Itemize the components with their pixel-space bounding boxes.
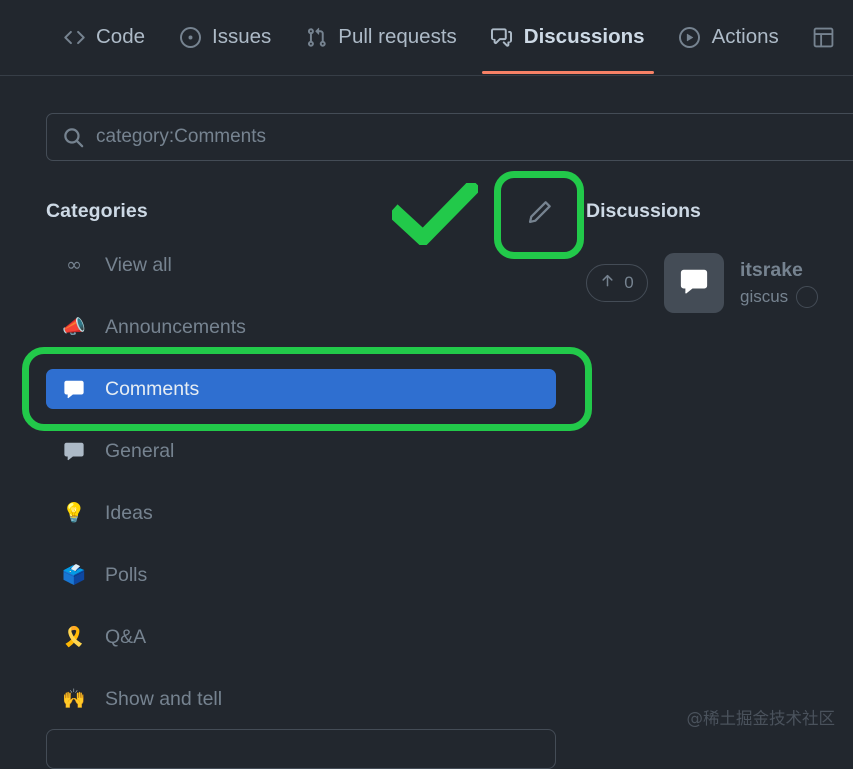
infinity-icon: ∞ bbox=[66, 253, 82, 276]
sidebar-item-label: Show and tell bbox=[105, 687, 223, 710]
ballot-box-icon: 🗳️ bbox=[62, 563, 86, 586]
ribbon-icon: 🎗️ bbox=[62, 625, 86, 648]
issue-opened-icon bbox=[179, 26, 201, 48]
discussion-meta: itsrake giscus bbox=[740, 259, 819, 308]
pencil-icon bbox=[525, 199, 553, 232]
tab-actions[interactable]: Actions bbox=[662, 0, 796, 74]
sidebar-item-announcements[interactable]: 📣 Announcements bbox=[46, 307, 556, 347]
categories-sidebar: Categories ∞ View all 📣 Announcements Co… bbox=[22, 200, 592, 741]
page-title: Discussions bbox=[586, 200, 701, 222]
tab-label: Discussions bbox=[523, 25, 645, 48]
tab-issues[interactable]: Issues bbox=[162, 0, 288, 74]
discussion-avatar bbox=[664, 253, 724, 313]
category-list: ∞ View all 📣 Announcements Comments Gene… bbox=[22, 245, 592, 719]
search-input-value: category:Comments bbox=[96, 126, 267, 147]
sidebar-item-label: Q&A bbox=[105, 625, 147, 648]
sidebar-item-qanda[interactable]: 🎗️ Q&A bbox=[46, 617, 556, 657]
repo-nav-bar: Code Issues Pull requests Discussions Ac… bbox=[0, 0, 853, 76]
comment-discussion-icon bbox=[491, 26, 513, 48]
comment-icon bbox=[62, 440, 86, 462]
sidebar-item-label: View all bbox=[105, 253, 172, 276]
search-input[interactable]: category:Comments bbox=[46, 113, 853, 161]
tab-label: Actions bbox=[711, 25, 779, 48]
sidebar-item-ideas[interactable]: 💡 Ideas bbox=[46, 493, 556, 533]
sidebar-item-label: Announcements bbox=[105, 315, 246, 338]
arrow-up-icon bbox=[600, 273, 615, 293]
projects-table-icon bbox=[813, 26, 835, 48]
tab-projects[interactable] bbox=[796, 0, 853, 74]
comment-bubble-icon bbox=[679, 266, 709, 301]
sidebar-item-general[interactable]: General bbox=[46, 431, 556, 471]
tab-discussions[interactable]: Discussions bbox=[474, 0, 662, 74]
lightbulb-icon: 💡 bbox=[62, 501, 86, 524]
megaphone-icon: 📣 bbox=[62, 315, 86, 338]
upvote-count: 0 bbox=[624, 273, 634, 292]
sidebar-bottom-panel[interactable] bbox=[46, 729, 556, 769]
tab-label: Pull requests bbox=[338, 25, 457, 48]
sidebar-item-show-and-tell[interactable]: 🙌 Show and tell bbox=[46, 679, 556, 719]
sidebar-item-label: Polls bbox=[105, 563, 148, 586]
sidebar-item-polls[interactable]: 🗳️ Polls bbox=[46, 555, 556, 595]
categories-heading: Categories bbox=[46, 200, 148, 222]
discussions-search: category:Comments bbox=[46, 113, 853, 161]
sidebar-item-label: Comments bbox=[105, 377, 200, 400]
raised-hands-icon: 🙌 bbox=[62, 687, 86, 710]
comment-icon bbox=[62, 378, 86, 400]
discussion-list-item[interactable]: 0 itsrake giscus bbox=[586, 253, 853, 313]
active-tab-underline bbox=[481, 71, 654, 74]
code-icon bbox=[63, 26, 85, 48]
sidebar-item-comments[interactable]: Comments bbox=[46, 369, 556, 409]
discussion-author[interactable]: itsrake bbox=[740, 259, 818, 282]
edit-button-highlight-annotation[interactable] bbox=[494, 171, 584, 259]
sidebar-item-view-all[interactable]: ∞ View all bbox=[46, 245, 556, 285]
discussion-source: giscus bbox=[740, 286, 789, 306]
tab-code[interactable]: Code bbox=[46, 0, 162, 74]
git-pull-request-icon bbox=[305, 26, 327, 48]
search-icon bbox=[63, 127, 84, 148]
sidebar-item-label: Ideas bbox=[105, 501, 153, 524]
tab-label: Code bbox=[96, 25, 146, 48]
upvote-button[interactable]: 0 bbox=[586, 264, 648, 302]
discussions-panel: Discussions 0 itsrake giscus bbox=[586, 200, 853, 313]
checkmark-annotation bbox=[387, 178, 482, 249]
tab-pull-requests[interactable]: Pull requests bbox=[288, 0, 474, 74]
sidebar-item-label: General bbox=[105, 439, 175, 462]
tab-label: Issues bbox=[212, 25, 272, 48]
avatar-circle-icon bbox=[796, 285, 819, 308]
play-circle-icon bbox=[679, 26, 701, 48]
watermark: @稀土掘金技术社区 bbox=[686, 709, 836, 728]
discussion-subline: giscus bbox=[740, 285, 819, 308]
comments-category-wrapper: Comments bbox=[22, 347, 592, 431]
